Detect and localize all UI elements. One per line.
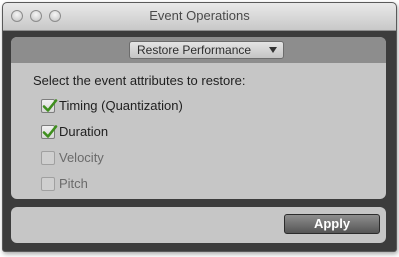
checkbox-box[interactable] [41, 151, 55, 165]
operation-dropdown[interactable]: Restore Performance [129, 41, 284, 59]
chevron-down-icon [269, 47, 277, 53]
apply-button[interactable]: Apply [284, 214, 380, 234]
checkmark-icon [42, 125, 58, 138]
operation-menu-bar: Restore Performance [11, 37, 386, 63]
window-title: Event Operations [149, 8, 250, 23]
checkbox-box[interactable] [41, 125, 58, 139]
duration-label: Duration [59, 124, 109, 139]
checkmark-icon [42, 99, 58, 112]
attributes-panel: Restore Performance Select the event att… [11, 37, 386, 199]
operation-dropdown-label: Restore Performance [137, 43, 252, 57]
event-operations-window: Event Operations Restore Performance Sel… [2, 2, 397, 252]
action-panel: Apply [11, 207, 386, 243]
pitch-label: Pitch [59, 176, 88, 191]
velocity-label: Velocity [59, 150, 104, 165]
timing-label: Timing (Quantization) [59, 98, 183, 113]
checkbox-box[interactable] [41, 177, 55, 191]
title-bar[interactable]: Event Operations [3, 3, 396, 31]
checkbox-box[interactable] [41, 99, 58, 113]
restore-prompt: Select the event attributes to restore: [33, 73, 246, 88]
